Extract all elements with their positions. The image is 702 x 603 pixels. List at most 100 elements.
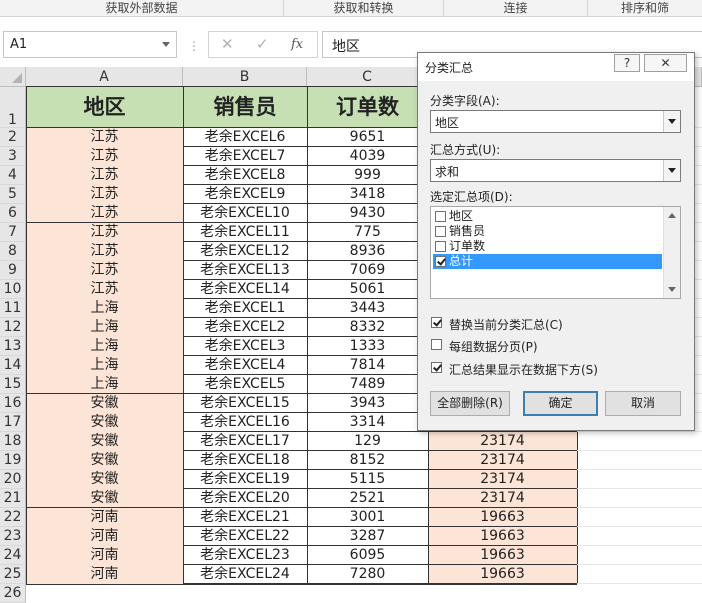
table-cell[interactable]: 老余EXCEL16 <box>183 413 307 432</box>
close-icon[interactable]: ✕ <box>644 54 687 72</box>
column-header[interactable]: C <box>307 67 428 87</box>
list-item-orders[interactable]: 订单数 <box>433 239 662 254</box>
table-cell[interactable]: 江苏 <box>26 280 183 299</box>
table-cell[interactable]: 江苏 <box>26 128 183 147</box>
table-cell[interactable]: 老余EXCEL2 <box>183 318 307 337</box>
table-cell[interactable]: 7280 <box>307 565 428 584</box>
checkbox-page-break[interactable] <box>431 339 442 350</box>
table-cell[interactable]: 河南 <box>26 508 183 527</box>
row-header[interactable]: 20 <box>0 470 26 489</box>
name-box[interactable]: A1 <box>3 31 177 58</box>
group-by-select[interactable]: 地区 <box>430 110 681 133</box>
table-cell[interactable]: 老余EXCEL3 <box>183 337 307 356</box>
row-header[interactable]: 21 <box>0 489 26 508</box>
table-cell[interactable]: 老余EXCEL8 <box>183 166 307 185</box>
table-cell[interactable]: 5061 <box>307 280 428 299</box>
formula-bar-splitter-icon[interactable]: ⋮ <box>188 39 200 53</box>
checkbox-region[interactable] <box>435 211 446 222</box>
table-header-cell[interactable]: 地区 <box>26 87 183 128</box>
table-cell[interactable]: 8332 <box>307 318 428 337</box>
table-cell[interactable]: 老余EXCEL22 <box>183 527 307 546</box>
checkbox-summary-below[interactable] <box>431 362 442 373</box>
table-cell[interactable]: 19663 <box>428 527 577 546</box>
table-header-cell[interactable]: 订单数 <box>307 87 428 128</box>
insert-function-icon[interactable]: fx <box>291 37 303 52</box>
table-cell[interactable]: 8936 <box>307 242 428 261</box>
scroll-up-icon[interactable] <box>668 213 676 218</box>
table-cell[interactable]: 9651 <box>307 128 428 147</box>
row-header[interactable]: 10 <box>0 280 26 299</box>
row-header[interactable]: 18 <box>0 432 26 451</box>
table-cell[interactable]: 老余EXCEL14 <box>183 280 307 299</box>
table-cell[interactable]: 老余EXCEL11 <box>183 223 307 242</box>
table-header-cell[interactable]: 销售员 <box>183 87 307 128</box>
table-cell[interactable]: 999 <box>307 166 428 185</box>
table-cell[interactable]: 19663 <box>428 565 577 584</box>
table-cell[interactable]: 129 <box>307 432 428 451</box>
checkbox-orders[interactable] <box>435 241 446 252</box>
table-cell[interactable]: 江苏 <box>26 166 183 185</box>
cancel-entry-icon[interactable]: ✕ <box>221 35 234 53</box>
checkbox-total[interactable] <box>435 256 446 267</box>
table-cell[interactable]: 4039 <box>307 147 428 166</box>
table-cell[interactable]: 老余EXCEL15 <box>183 394 307 413</box>
table-cell[interactable]: 上海 <box>26 318 183 337</box>
chevron-down-icon[interactable] <box>663 160 680 181</box>
table-cell[interactable]: 老余EXCEL10 <box>183 204 307 223</box>
table-cell[interactable]: 上海 <box>26 299 183 318</box>
row-header[interactable]: 16 <box>0 394 26 413</box>
row-header[interactable]: 12 <box>0 318 26 337</box>
table-cell[interactable]: 3314 <box>307 413 428 432</box>
row-header[interactable]: 2 <box>0 128 26 147</box>
row-header[interactable]: 11 <box>0 299 26 318</box>
confirm-entry-icon[interactable]: ✓ <box>256 35 269 53</box>
table-cell[interactable]: 上海 <box>26 337 183 356</box>
row-header[interactable]: 8 <box>0 242 26 261</box>
table-cell[interactable]: 江苏 <box>26 261 183 280</box>
table-cell[interactable]: 老余EXCEL7 <box>183 147 307 166</box>
table-cell[interactable]: 老余EXCEL24 <box>183 565 307 584</box>
table-cell[interactable]: 老余EXCEL17 <box>183 432 307 451</box>
checkbox-replace-current[interactable] <box>431 317 442 328</box>
checkbox-salesperson[interactable] <box>435 226 446 237</box>
remove-all-button[interactable]: 全部删除(R) <box>430 391 510 416</box>
row-header[interactable]: 4 <box>0 166 26 185</box>
table-cell[interactable]: 5115 <box>307 470 428 489</box>
chevron-down-icon[interactable] <box>663 111 680 132</box>
row-header[interactable]: 14 <box>0 356 26 375</box>
row-header[interactable]: 9 <box>0 261 26 280</box>
table-cell[interactable]: 23174 <box>428 470 577 489</box>
table-cell[interactable]: 河南 <box>26 527 183 546</box>
table-cell[interactable]: 上海 <box>26 375 183 394</box>
row-header[interactable]: 13 <box>0 337 26 356</box>
cancel-button[interactable]: 取消 <box>605 391 681 416</box>
row-header[interactable]: 23 <box>0 527 26 546</box>
scroll-down-icon[interactable] <box>668 287 676 292</box>
table-cell[interactable]: 上海 <box>26 356 183 375</box>
subtotal-items-list[interactable]: 地区 销售员 订单数 总计 <box>430 206 681 299</box>
table-cell[interactable]: 2521 <box>307 489 428 508</box>
table-cell[interactable]: 老余EXCEL19 <box>183 470 307 489</box>
table-cell[interactable]: 安徽 <box>26 451 183 470</box>
table-cell[interactable]: 7814 <box>307 356 428 375</box>
table-cell[interactable]: 1333 <box>307 337 428 356</box>
table-cell[interactable]: 9430 <box>307 204 428 223</box>
table-cell[interactable]: 19663 <box>428 508 577 527</box>
table-cell[interactable]: 老余EXCEL5 <box>183 375 307 394</box>
list-scrollbar[interactable] <box>663 207 680 298</box>
table-cell[interactable]: 江苏 <box>26 242 183 261</box>
row-header[interactable]: 1 <box>0 87 26 128</box>
table-cell[interactable]: 3287 <box>307 527 428 546</box>
table-cell[interactable]: 安徽 <box>26 489 183 508</box>
table-cell[interactable]: 安徽 <box>26 432 183 451</box>
table-cell[interactable]: 老余EXCEL4 <box>183 356 307 375</box>
table-cell[interactable]: 老余EXCEL18 <box>183 451 307 470</box>
table-cell[interactable]: 河南 <box>26 546 183 565</box>
table-cell[interactable]: 江苏 <box>26 147 183 166</box>
table-cell[interactable]: 老余EXCEL13 <box>183 261 307 280</box>
row-header[interactable]: 5 <box>0 185 26 204</box>
list-item-region[interactable]: 地区 <box>433 209 662 224</box>
table-cell[interactable]: 老余EXCEL9 <box>183 185 307 204</box>
table-cell[interactable]: 8152 <box>307 451 428 470</box>
row-header[interactable]: 24 <box>0 546 26 565</box>
